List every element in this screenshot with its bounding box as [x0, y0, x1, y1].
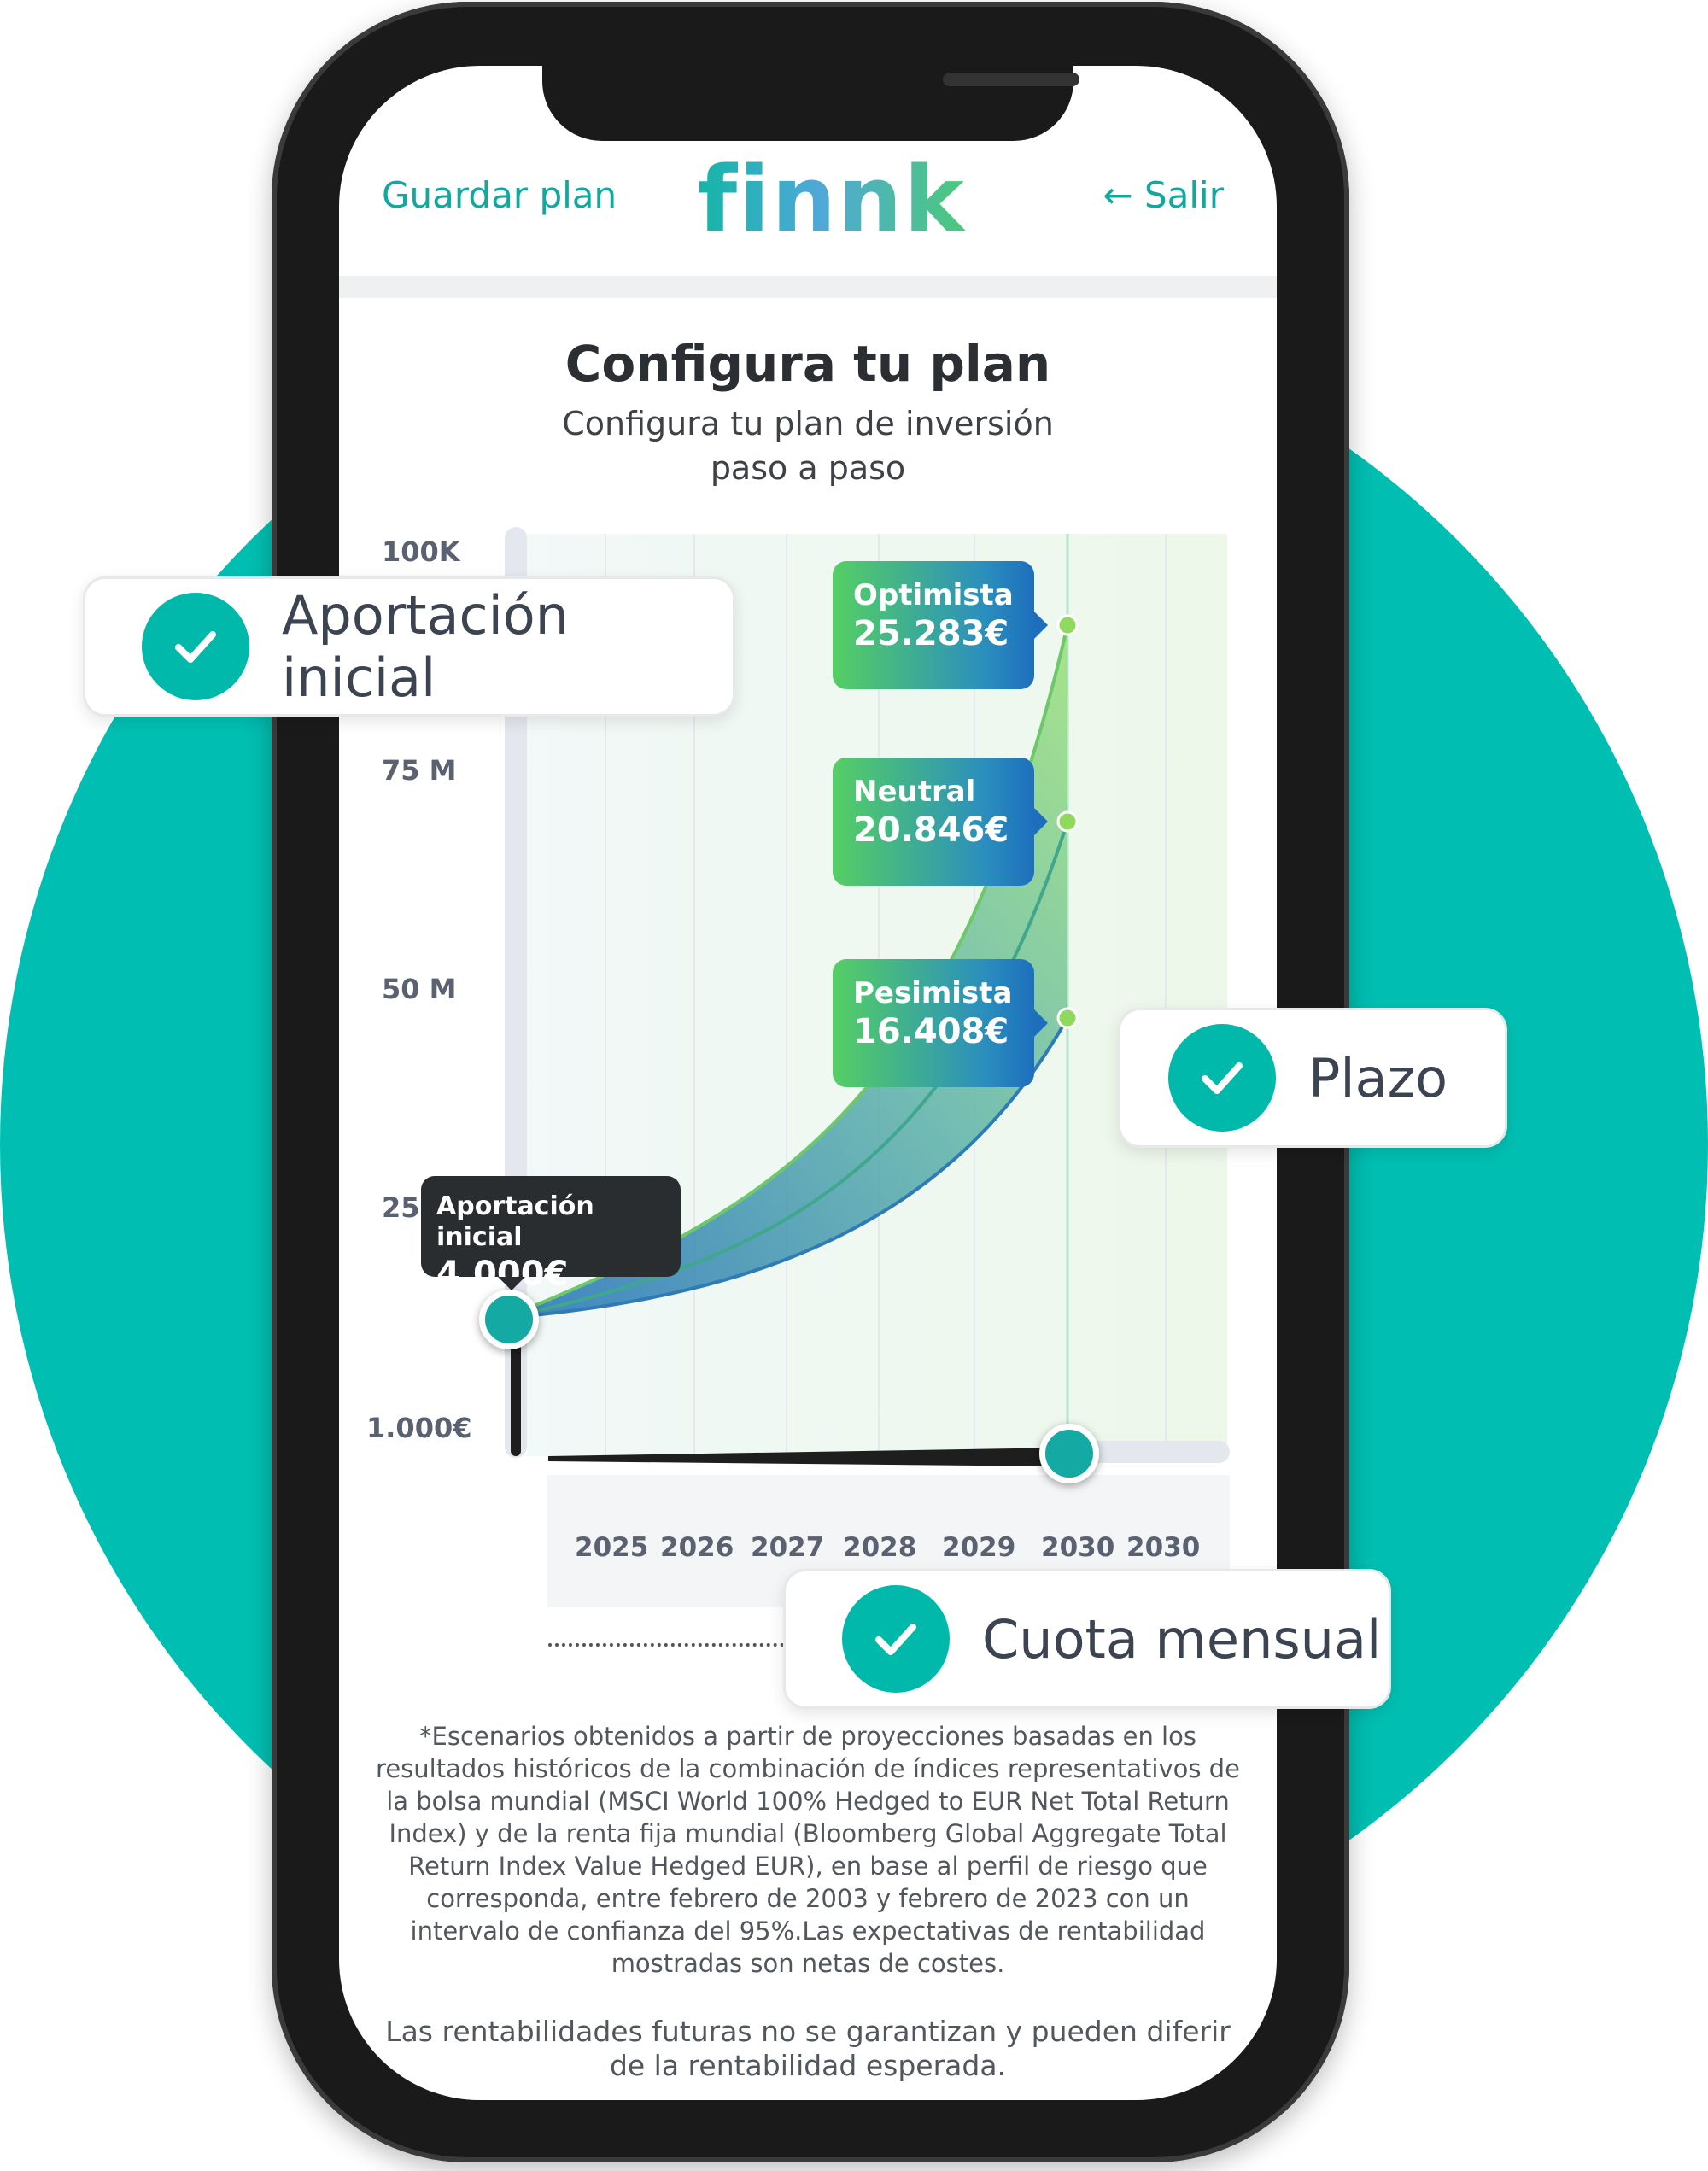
pesimista-point — [1056, 1007, 1079, 1029]
card-initial-contribution: Aportación inicial — [83, 576, 735, 717]
optimista-point — [1056, 614, 1079, 636]
tooltip-arrow — [1034, 808, 1048, 835]
check-icon — [842, 1585, 950, 1693]
optimista-tooltip: Optimista 25.283€ — [833, 561, 1048, 689]
x-tick: 2030 — [1126, 1532, 1201, 1563]
scenario-value: 20.846€ — [853, 810, 1009, 850]
card-label: Aportación inicial — [282, 584, 570, 709]
pesimista-tooltip: Pesimista 16.408€ — [833, 959, 1048, 1087]
y-tick: 25 — [382, 1191, 420, 1224]
neutral-tooltip: Neutral 20.846€ — [833, 758, 1048, 886]
dotted-divider — [548, 1643, 804, 1647]
card-label: Plazo — [1308, 1046, 1448, 1109]
initial-label: Aportación inicial — [436, 1191, 594, 1252]
tooltip-arrow — [1034, 1009, 1048, 1037]
card-term: Plazo — [1118, 1008, 1507, 1148]
tooltip-arrow — [498, 1277, 525, 1290]
x-tick: 2027 — [751, 1532, 825, 1563]
neutral-point — [1056, 810, 1079, 833]
card-label: Cuota mensual — [982, 1607, 1382, 1671]
x-tick: 2025 — [575, 1532, 649, 1563]
check-icon — [142, 593, 249, 700]
y-tick: 50 M — [382, 973, 457, 1005]
x-tick: 2028 — [843, 1532, 917, 1563]
tooltip-arrow — [1034, 612, 1048, 639]
scenario-label: Optimista — [853, 578, 1014, 612]
y-tick: 1.000€ — [366, 1412, 472, 1444]
scenario-label: Pesimista — [853, 976, 1013, 1010]
x-tick: 2029 — [942, 1532, 1016, 1563]
card-monthly-fee: Cuota mensual — [783, 1569, 1391, 1709]
y-tick: 75 M — [382, 754, 457, 787]
y-tick: 100K — [382, 535, 460, 568]
initial-value: 4.000€ — [436, 1255, 569, 1294]
returns-warning: Las rentabilidades futuras no se garanti… — [385, 2015, 1231, 2082]
term-slider-handle[interactable] — [1039, 1424, 1099, 1483]
initial-contribution-tooltip: Aportación inicial 4.000€ — [421, 1176, 681, 1294]
check-icon — [1168, 1024, 1276, 1132]
scenario-value: 16.408€ — [853, 1012, 1009, 1051]
initial-contribution-handle[interactable] — [479, 1290, 539, 1349]
disclaimer-text: *Escenarios obtenidos a partir de proyec… — [376, 1722, 1240, 1978]
scenario-label: Neutral — [853, 775, 976, 809]
x-tick: 2026 — [660, 1532, 734, 1563]
x-tick: 2030 — [1041, 1532, 1115, 1563]
scenario-value: 25.283€ — [853, 614, 1009, 653]
